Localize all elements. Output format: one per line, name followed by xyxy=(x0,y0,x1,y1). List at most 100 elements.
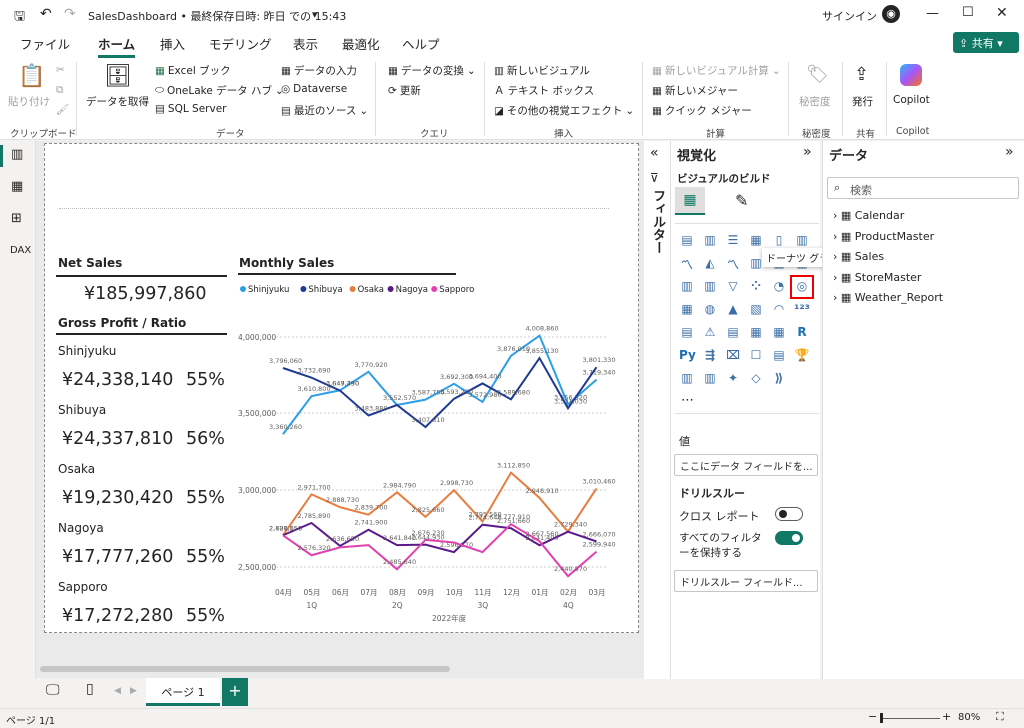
refresh-button[interactable]: ⟳ 更新 xyxy=(388,83,421,98)
undo-icon[interactable]: ↶ xyxy=(40,6,52,22)
build-visual-tab[interactable]: ▦ xyxy=(675,187,705,215)
sqlserver-button[interactable]: ▤ SQL Server xyxy=(155,103,226,115)
visual-type-icon[interactable]: ⚠ xyxy=(702,325,718,341)
collapse-viz-icon[interactable]: » xyxy=(803,144,812,160)
textbox-button[interactable]: Ａ テキスト ボックス xyxy=(494,83,594,98)
visual-type-icon[interactable]: ☐ xyxy=(748,348,764,364)
tab-optimize[interactable]: 最適化 xyxy=(342,34,380,53)
visual-type-icon[interactable]: ¹²³ xyxy=(794,302,810,318)
format-painter-icon[interactable]: 🖌 xyxy=(56,103,69,116)
visual-type-icon[interactable]: ▥ xyxy=(679,279,695,295)
tab-view[interactable]: 表示 xyxy=(293,34,318,53)
visual-type-icon[interactable]: ▽ xyxy=(725,279,741,295)
visual-type-icon[interactable]: ◍ xyxy=(702,302,718,318)
expand-filters-icon[interactable]: « xyxy=(650,145,659,161)
onelake-button[interactable]: ⬭ OneLake データ ハブ ⌄ xyxy=(155,83,284,98)
horizontal-scrollbar[interactable] xyxy=(40,666,450,672)
transform-data-button[interactable]: ▦ データの変換 ⌄ xyxy=(388,63,476,78)
tab-modeling[interactable]: モデリング xyxy=(209,34,272,53)
visual-type-icon[interactable]: ⟫ xyxy=(771,371,787,387)
model-view-icon[interactable]: ⊞ xyxy=(11,211,22,226)
donut-chart-icon[interactable]: ◎ xyxy=(790,275,814,299)
visual-type-icon[interactable]: 〽 xyxy=(679,256,695,272)
table-item[interactable]: › ▦ Calendar xyxy=(833,209,904,222)
excel-button[interactable]: ▦ Excel ブック xyxy=(155,63,231,78)
prev-page-icon[interactable]: ◀ xyxy=(114,686,121,696)
visual-type-icon[interactable]: ▯ xyxy=(771,233,787,249)
table-item[interactable]: › ▦ StoreMaster xyxy=(833,271,921,284)
tab-help[interactable]: ヘルプ xyxy=(402,34,440,53)
visual-type-icon[interactable]: ▤ xyxy=(725,325,741,341)
format-visual-icon[interactable]: ✎ xyxy=(735,191,748,210)
zoom-slider[interactable] xyxy=(880,713,940,723)
enter-data-button[interactable]: ▦ データの入力 xyxy=(281,63,357,78)
visual-type-icon[interactable]: R xyxy=(794,325,810,341)
visual-type-icon[interactable]: ▥ xyxy=(679,371,695,387)
table-item[interactable]: › ▦ ProductMaster xyxy=(833,230,934,243)
drillthrough-field-well[interactable]: ドリルスルー フィールド... xyxy=(674,570,818,592)
visual-type-icon[interactable]: ▧ xyxy=(748,302,764,318)
filter-pane-collapsed[interactable]: « ⊽ フィルター xyxy=(644,141,670,679)
visual-type-icon[interactable]: ◇ xyxy=(748,371,764,387)
visual-type-icon[interactable]: ▦ xyxy=(748,325,764,341)
cut-icon[interactable]: ✂ xyxy=(56,64,65,76)
dataverse-button[interactable]: ◎ Dataverse xyxy=(281,83,347,95)
tab-insert[interactable]: 挿入 xyxy=(160,34,185,53)
save-icon[interactable]: 🖫 xyxy=(14,7,25,29)
visual-type-icon[interactable]: 〽 xyxy=(725,256,741,272)
visual-type-icon[interactable]: ⇶ xyxy=(702,348,718,364)
collapse-data-icon[interactable]: » xyxy=(1005,144,1014,160)
quick-measure-button[interactable]: ▦ クイック メジャー xyxy=(652,103,752,118)
cross-report-toggle[interactable] xyxy=(775,507,803,521)
tab-file[interactable]: ファイル xyxy=(20,34,70,53)
visual-type-icon[interactable]: ▥ xyxy=(702,233,718,249)
publish-button[interactable]: 発行 xyxy=(852,94,873,109)
data-search[interactable]: ⌕ 検索 xyxy=(827,177,1019,199)
visual-type-icon[interactable]: ☰ xyxy=(725,233,741,249)
close-icon[interactable]: ✕ xyxy=(996,5,1008,21)
table-item[interactable]: › ▦ Weather_Report xyxy=(833,291,943,304)
visual-type-icon[interactable]: ▤ xyxy=(679,233,695,249)
report-view-icon[interactable]: ▥ xyxy=(11,147,23,162)
visual-type-icon[interactable]: Py xyxy=(679,348,696,364)
maximize-icon[interactable]: ☐ xyxy=(962,5,974,20)
signin-link[interactable]: サインイン xyxy=(822,8,877,24)
minimize-icon[interactable]: — xyxy=(926,6,939,21)
values-well[interactable]: ここにデータ フィールドを... xyxy=(674,454,818,476)
chevron-down-icon[interactable]: ▾ xyxy=(312,8,318,21)
dax-view-icon[interactable]: DAX xyxy=(10,245,31,256)
avatar-icon[interactable]: ◉ xyxy=(882,5,900,23)
zoom-out-icon[interactable]: − xyxy=(868,710,877,723)
table-item[interactable]: › ▦ Sales xyxy=(833,250,884,263)
recent-sources-button[interactable]: ▤ 最近のソース ⌄ xyxy=(281,103,368,118)
copy-icon[interactable]: ⧉ xyxy=(56,84,64,97)
copilot-button[interactable]: Copilot xyxy=(893,94,930,106)
add-page-button[interactable]: + xyxy=(222,678,248,706)
visual-type-icon[interactable]: ▥ xyxy=(702,371,718,387)
desktop-layout-icon[interactable]: 🖵 xyxy=(46,682,60,698)
share-button[interactable]: ⇪ 共有 ▾ xyxy=(953,32,1019,53)
monthly-sales-chart[interactable]: Shinjyuku Shibuya Osaka Nagoya Sapporo 4,000,… xyxy=(236,280,634,624)
visual-type-icon[interactable]: ▲ xyxy=(725,302,741,318)
table-view-icon[interactable]: ▦ xyxy=(11,179,23,194)
fit-page-icon[interactable]: ⛶ xyxy=(996,710,1004,724)
redo-icon[interactable]: ↷ xyxy=(64,6,76,22)
new-calc-button[interactable]: ▦ 新しいビジュアル計算 ⌄ xyxy=(652,63,781,78)
zoom-in-icon[interactable]: + xyxy=(942,710,951,723)
get-data-button[interactable]: データを取得 xyxy=(86,94,149,109)
mobile-layout-icon[interactable]: ▯ xyxy=(86,681,94,697)
page-tab[interactable]: ページ 1 xyxy=(146,678,220,706)
new-measure-button[interactable]: ▦ 新しいメジャー xyxy=(652,83,738,98)
more-visuals-icon[interactable]: ⋯ xyxy=(681,393,694,408)
visual-type-icon[interactable]: ▦ xyxy=(771,325,787,341)
visual-type-icon[interactable]: ▤ xyxy=(679,325,695,341)
visual-type-icon[interactable]: ▤ xyxy=(771,348,787,364)
keep-filters-toggle[interactable] xyxy=(775,531,803,545)
visual-type-icon[interactable]: ⁘ xyxy=(748,279,764,295)
visual-type-icon[interactable]: ▥ xyxy=(794,233,810,249)
visual-type-icon[interactable]: ◠ xyxy=(771,302,787,318)
visual-type-icon[interactable]: ▥ xyxy=(702,279,718,295)
visual-type-icon[interactable]: 🏆 xyxy=(794,348,810,364)
new-visual-button[interactable]: ▥ 新しいビジュアル xyxy=(494,63,590,78)
visual-type-icon[interactable]: ⌧ xyxy=(725,348,741,364)
